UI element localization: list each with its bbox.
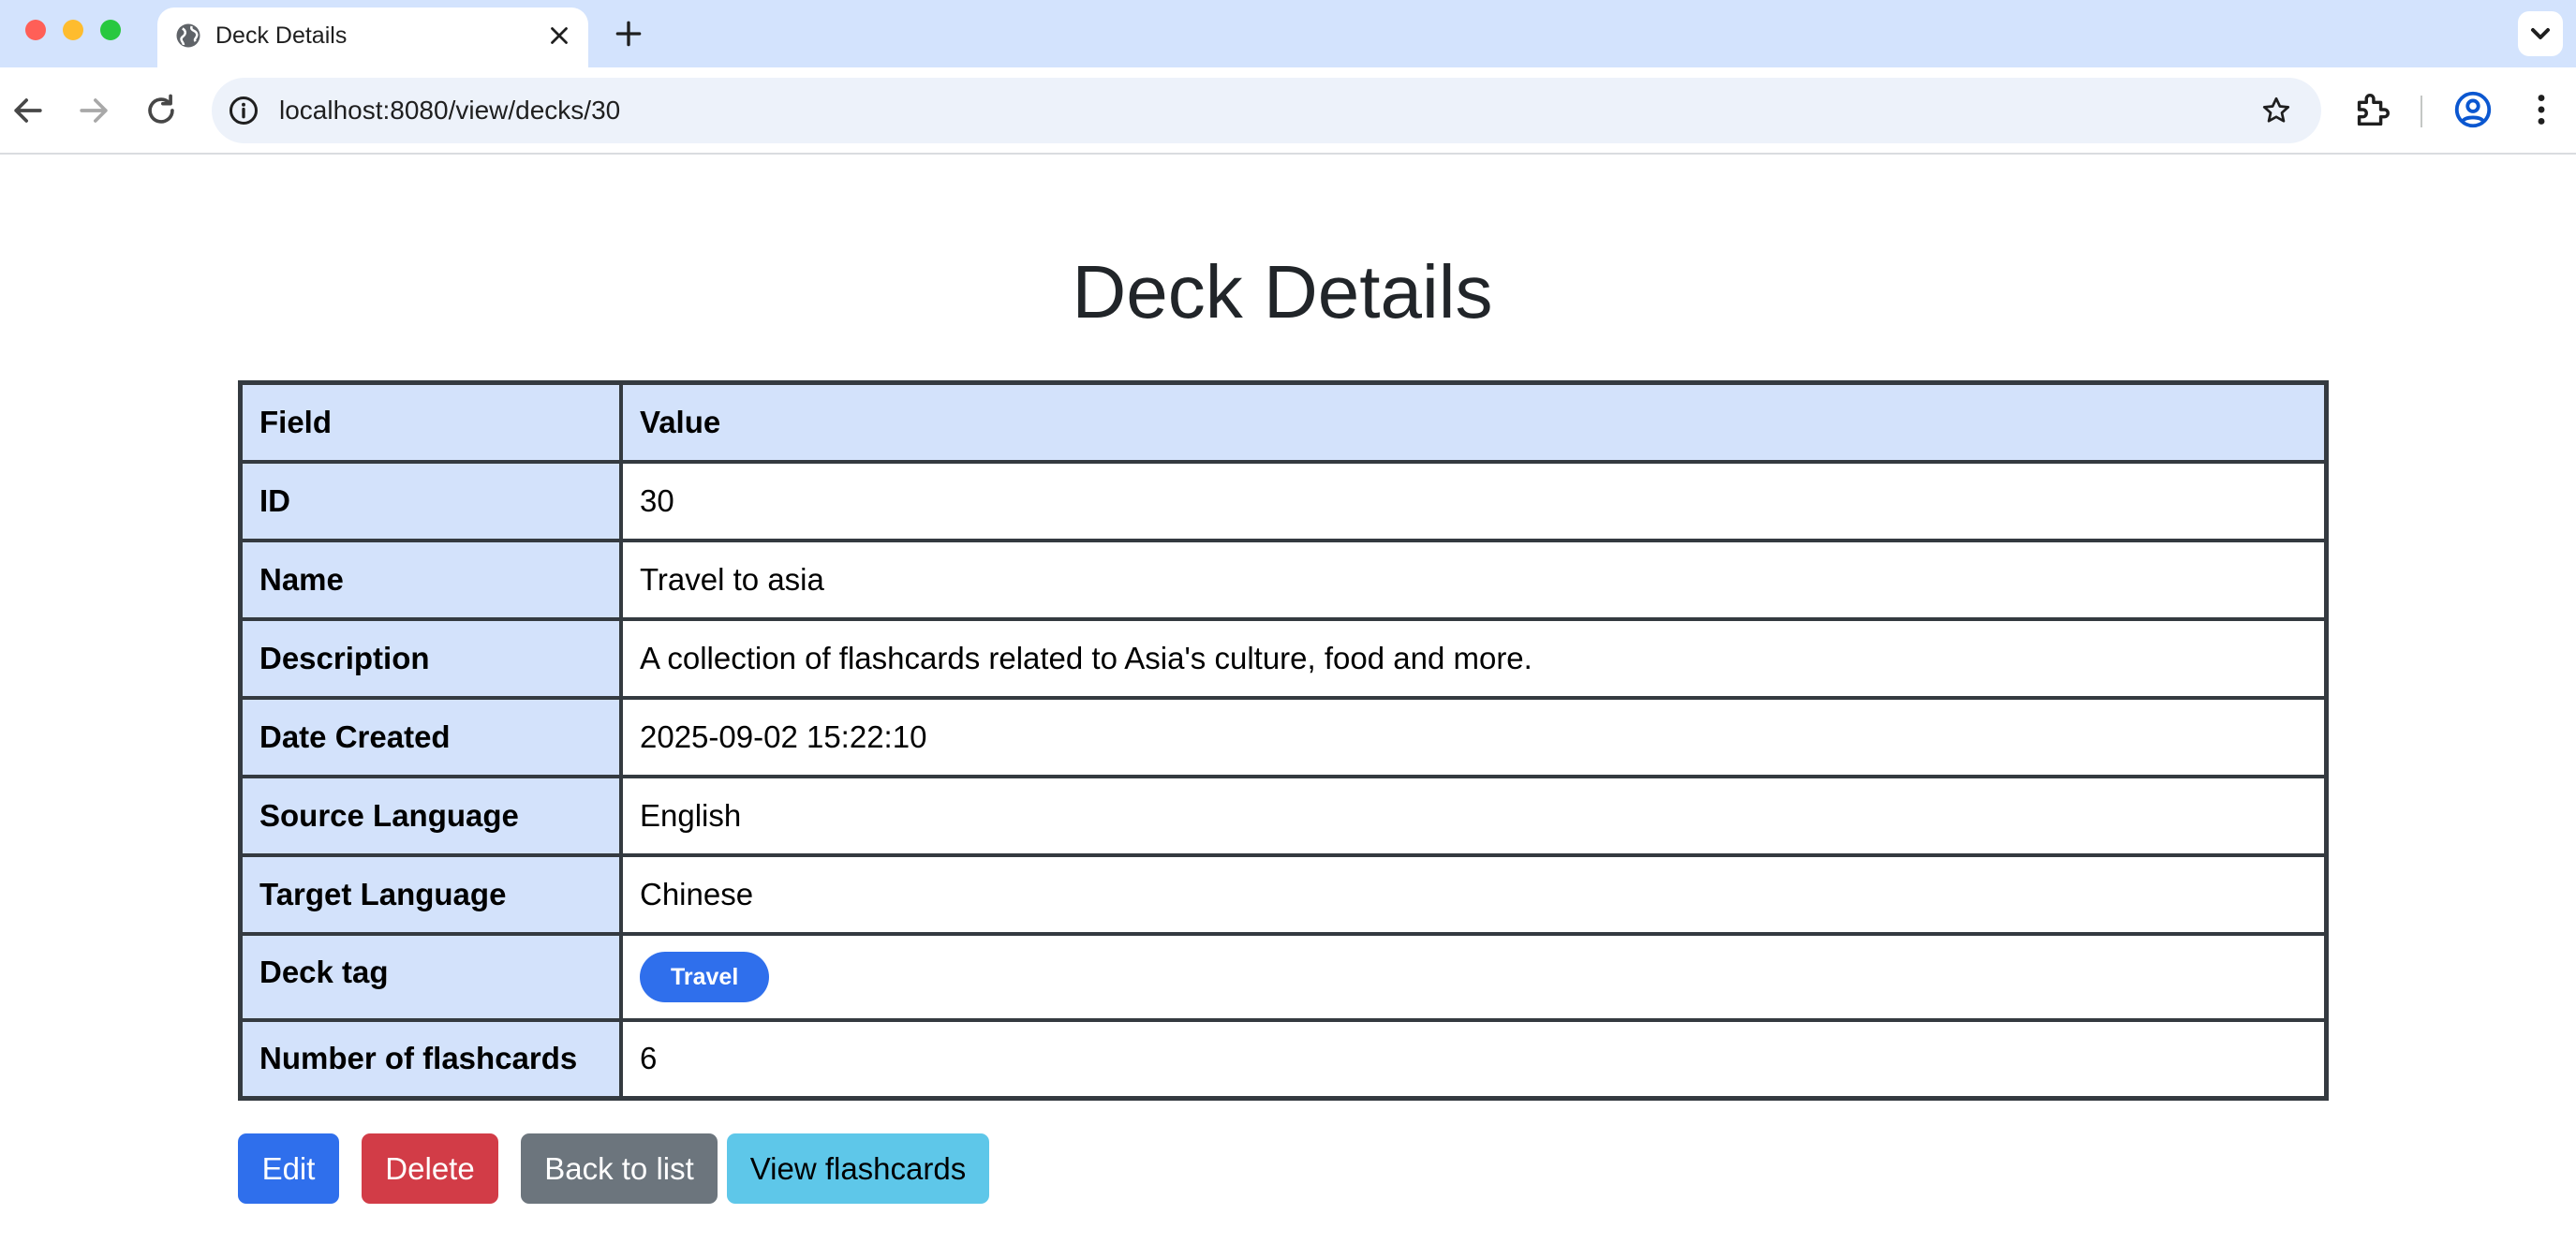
profile-icon[interactable] (2451, 88, 2495, 131)
table-row: Name Travel to asia (238, 538, 2329, 621)
edit-button[interactable]: Edit (238, 1133, 339, 1204)
table-row: Target Language Chinese (238, 852, 2329, 936)
back-to-list-button[interactable]: Back to list (521, 1133, 718, 1204)
browser-tab-bar: Deck Details (0, 0, 2576, 67)
page-title: Deck Details (1072, 250, 1493, 333)
back-arrow-icon[interactable] (7, 90, 49, 131)
chevron-down-icon (2531, 28, 2550, 39)
toolbar-divider (2421, 96, 2422, 127)
field-label: Date Created (238, 695, 623, 778)
tab-search-button[interactable] (2518, 11, 2563, 56)
table-row: Source Language English (238, 774, 2329, 857)
field-label: Source Language (238, 774, 623, 857)
deck-details-table: Field Value ID 30 Name Travel to asia De… (238, 380, 2329, 1101)
column-header-field: Field (238, 380, 623, 464)
close-icon[interactable] (545, 22, 573, 50)
window-minimize-control[interactable] (63, 20, 83, 40)
plus-icon[interactable] (610, 15, 647, 52)
table-row: Description A collection of flashcards r… (238, 616, 2329, 700)
field-value: Chinese (619, 852, 2329, 936)
menu-dots-icon[interactable] (2520, 88, 2563, 131)
address-bar[interactable]: localhost:8080/view/decks/30 (212, 78, 2321, 143)
field-value: 6 (619, 1017, 2329, 1101)
field-label: Deck tag (238, 931, 623, 1022)
reload-icon[interactable] (141, 90, 182, 131)
table-row: Deck tag Travel (238, 931, 2329, 1022)
bookmark-star-icon[interactable] (2259, 94, 2293, 127)
url-text[interactable]: localhost:8080/view/decks/30 (279, 96, 620, 126)
deck-tag-badge: Travel (640, 951, 770, 1002)
table-row: Date Created 2025-09-02 15:22:10 (238, 695, 2329, 778)
field-value: 2025-09-02 15:22:10 (619, 695, 2329, 778)
field-label: Description (238, 616, 623, 700)
field-value: English (619, 774, 2329, 857)
table-header-row: Field Value (238, 380, 2329, 464)
field-label: Name (238, 538, 623, 621)
delete-button[interactable]: Delete (362, 1133, 498, 1204)
field-value: A collection of flashcards related to As… (619, 616, 2329, 700)
table-row: ID 30 (238, 459, 2329, 542)
browser-toolbar: localhost:8080/view/decks/30 (0, 67, 2576, 155)
table-row: Number of flashcards 6 (238, 1017, 2329, 1101)
field-value: Travel to asia (619, 538, 2329, 621)
field-value: 30 (619, 459, 2329, 542)
tab-title: Deck Details (215, 22, 348, 49)
column-header-value: Value (619, 380, 2329, 464)
field-label: Target Language (238, 852, 623, 936)
window-maximize-control[interactable] (100, 20, 121, 40)
field-value: Travel (619, 931, 2329, 1022)
globe-icon (176, 23, 200, 48)
field-label: Number of flashcards (238, 1017, 623, 1101)
view-flashcards-button[interactable]: View flashcards (727, 1133, 989, 1204)
window-close-control[interactable] (25, 20, 46, 40)
browser-tab-active[interactable]: Deck Details (157, 7, 588, 67)
extensions-icon[interactable] (2350, 88, 2393, 131)
forward-arrow-icon[interactable] (73, 90, 114, 131)
site-info-icon[interactable] (227, 94, 260, 127)
field-label: ID (238, 459, 623, 542)
